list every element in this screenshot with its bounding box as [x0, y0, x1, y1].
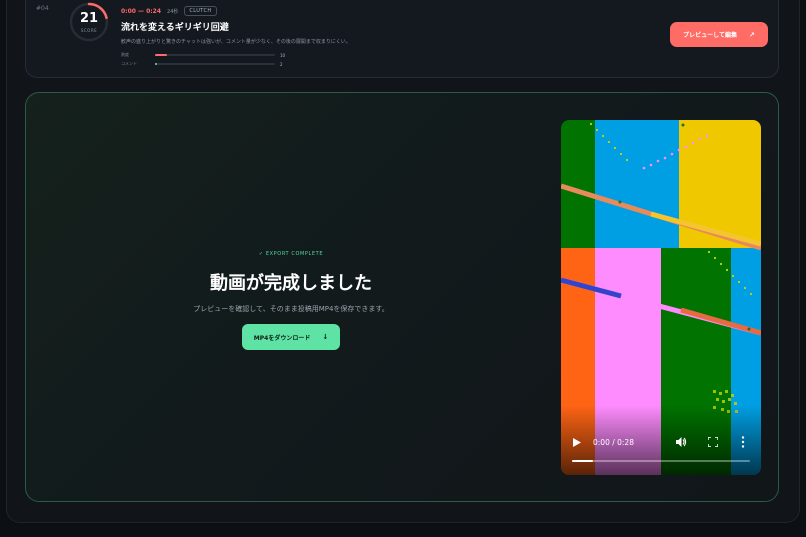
preview-edit-button[interactable]: プレビューして編集 ↗ [670, 22, 768, 47]
metric-bar-fill [155, 63, 158, 65]
video-controls-bar [561, 405, 761, 475]
metric-bar-fill [155, 54, 167, 56]
metric-value: 2 [280, 61, 283, 67]
clip-card: #04 21 SCORE 0:00 — 0:24 24秒 CLUTCH 流れを変… [25, 0, 779, 78]
fullscreen-icon[interactable] [708, 437, 718, 447]
clip-title: 流れを変えるギリギリ回避 [121, 23, 229, 33]
metric-label: 熱度 [121, 52, 129, 57]
clip-index: #04 [36, 5, 49, 12]
clip-tag-badge: CLUTCH [184, 6, 217, 16]
export-subtext: プレビューを確認して、そのまま投稿用MP4を保存できます。 [193, 305, 389, 313]
metric-value: 10 [280, 52, 286, 58]
export-heading: 動画が完成しました [210, 273, 372, 294]
download-arrow-icon: ↓ [322, 333, 329, 341]
preview-edit-label: プレビューして編集 [683, 32, 737, 39]
download-mp4-button[interactable]: MP4をダウンロード ↓ [242, 324, 340, 350]
external-arrow-icon: ↗ [748, 30, 755, 39]
volume-icon[interactable] [675, 436, 687, 448]
metric-row-heat: 熱度 10 [121, 52, 285, 58]
metric-row-comments: コメント 2 [121, 61, 283, 67]
clip-meta: 0:00 — 0:24 24秒 CLUTCH [121, 6, 217, 16]
clip-duration: 24秒 [167, 8, 179, 15]
video-seek-bar[interactable] [572, 460, 750, 462]
clip-time-range: 0:00 — 0:24 [121, 7, 162, 15]
score-value: 21 [79, 11, 99, 26]
download-mp4-label: MP4をダウンロード [253, 334, 311, 342]
clip-description: 歓声の盛り上がりと驚きのチャットは強いが、コメント量が少なく、その後の展開まで収… [121, 39, 351, 45]
export-complete-panel: ✓ EXPORT COMPLETE 動画が完成しました プレビューを確認して、そ… [25, 92, 779, 502]
metric-bar [155, 63, 275, 65]
video-seek-progress [572, 460, 594, 462]
metric-bar [155, 54, 275, 56]
more-options-icon[interactable] [741, 436, 745, 448]
video-time: 0:00 / 0:28 [593, 438, 634, 447]
video-player[interactable]: 0:00 / 0:28 [561, 120, 761, 475]
metric-label: コメント [121, 61, 137, 66]
score-label: SCORE [80, 28, 98, 33]
play-icon[interactable] [573, 438, 581, 447]
export-complete-badge: ✓ EXPORT COMPLETE [258, 251, 324, 257]
